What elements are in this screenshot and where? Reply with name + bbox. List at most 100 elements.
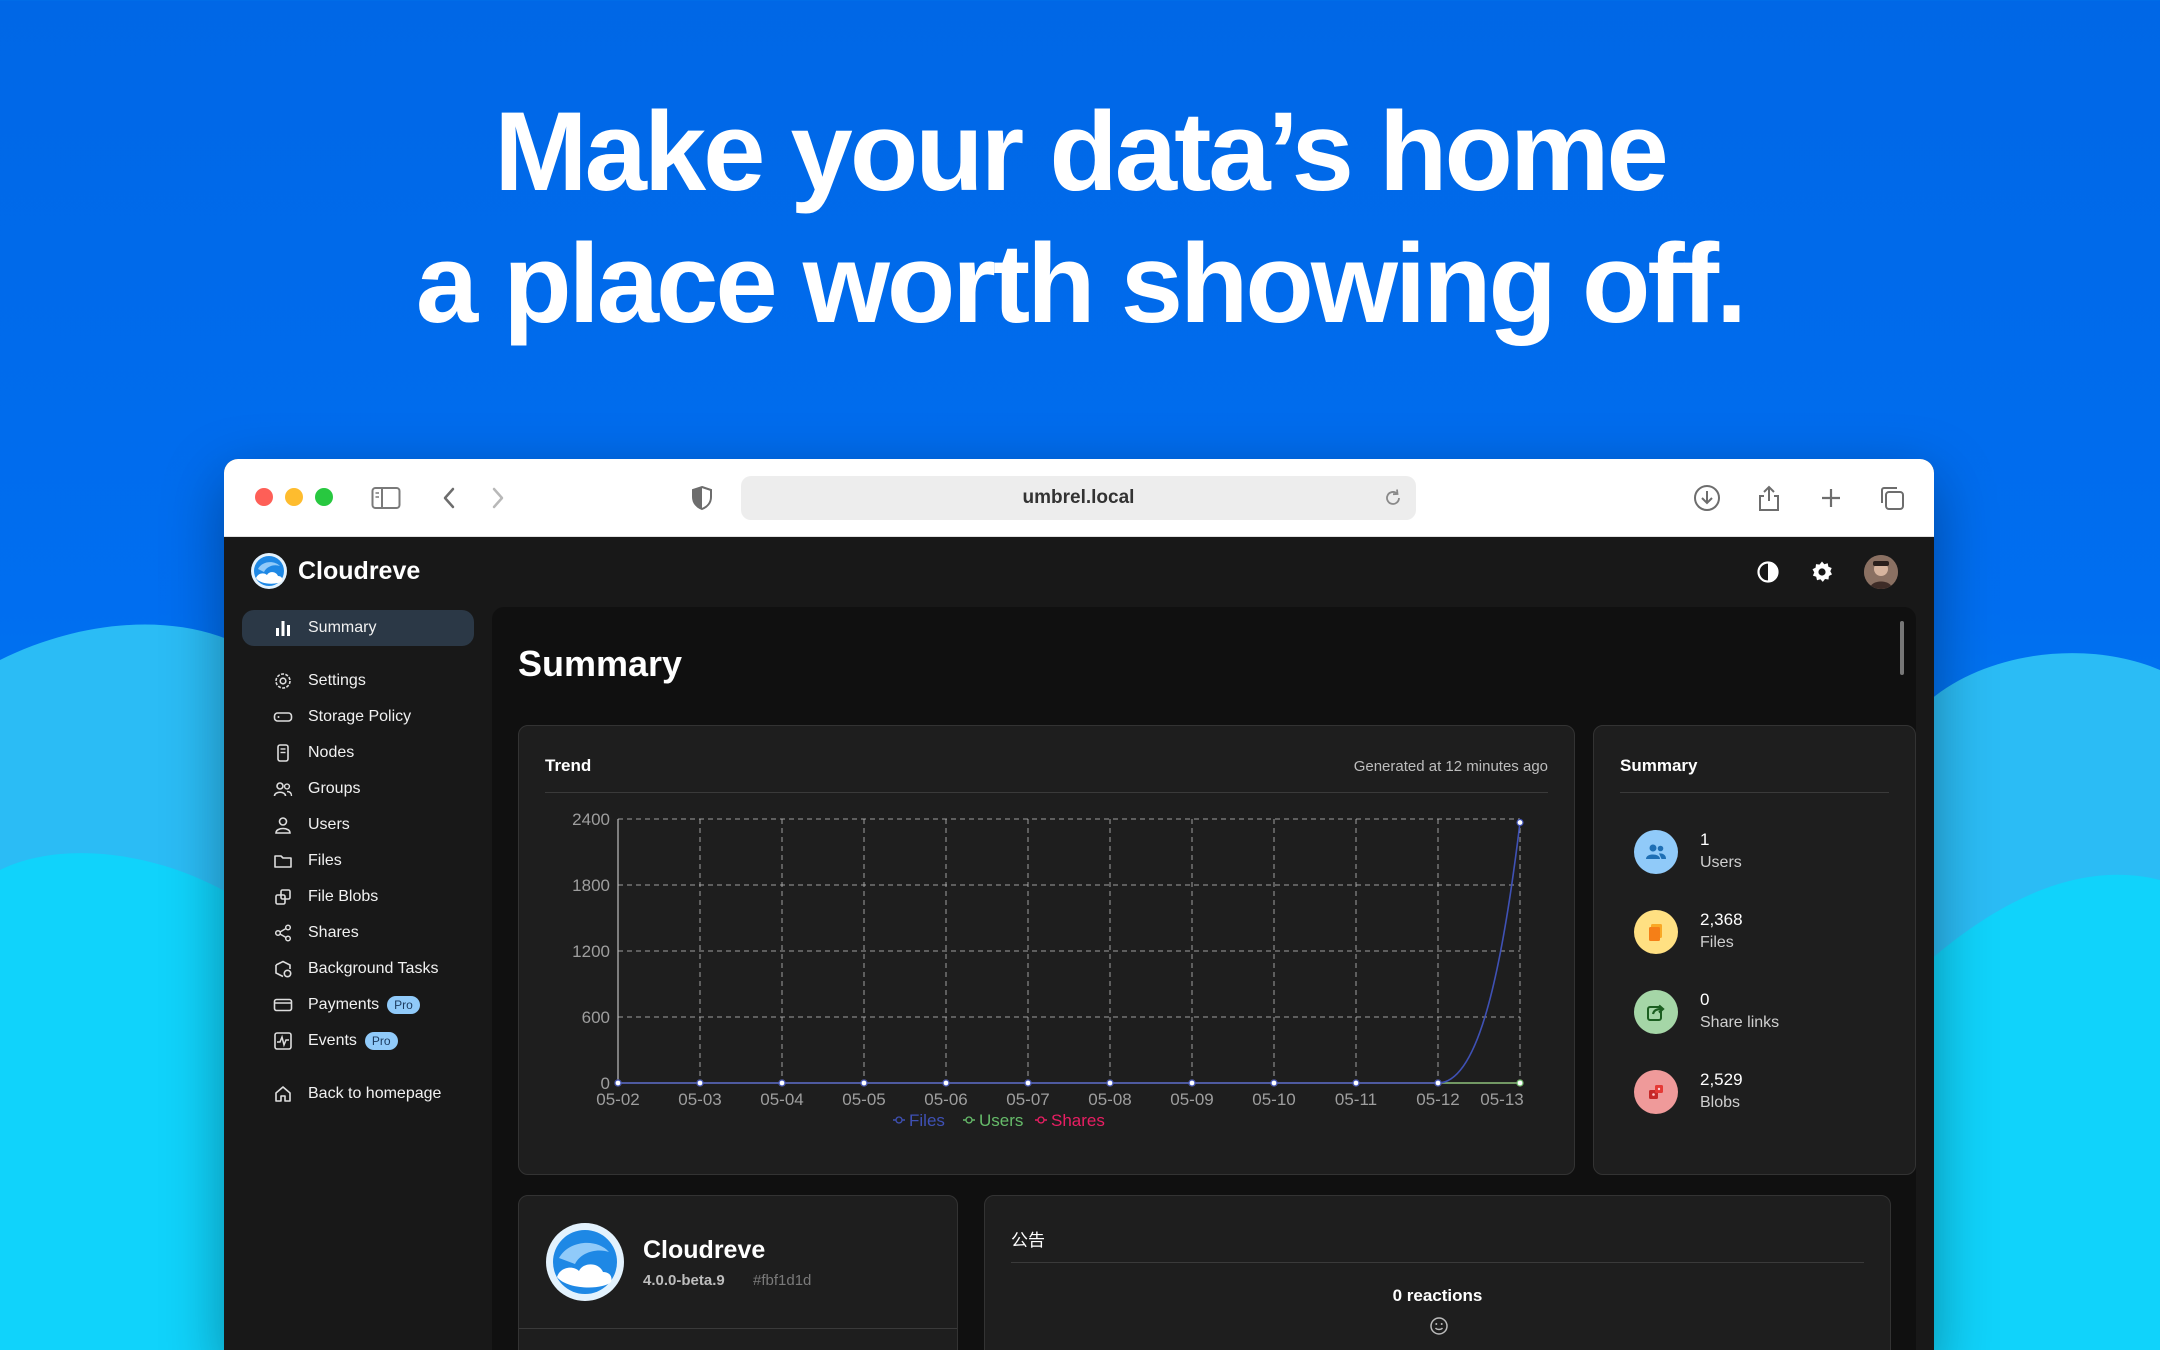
divider [519,1328,957,1329]
sidebar-item-summary[interactable]: Summary [242,610,474,646]
sidebar-item-settings[interactable]: Settings [242,663,474,699]
legend-label: Users [979,1111,1023,1130]
sidebar-item-label: File Blobs [308,888,379,905]
x-tick-label: 05-04 [760,1090,803,1109]
sidebar-item-payments[interactable]: Payments Pro [242,987,474,1023]
share-nodes-icon [272,922,294,944]
data-point-files [1352,1079,1360,1087]
sidebar-item-nodes[interactable]: Nodes [242,735,474,771]
version-card: Cloudreve 4.0.0-beta.9 #fbf1d1d [518,1195,958,1350]
file-icon [1634,910,1678,954]
y-tick-label: 1200 [572,942,610,961]
divider [1011,1262,1864,1263]
app-header: Cloudreve [224,537,1934,607]
activity-icon [272,1030,294,1052]
share-link-icon [1634,990,1678,1034]
sidebar-item-files[interactable]: Files [242,843,474,879]
x-tick-label: 05-12 [1416,1090,1459,1109]
hero-line-1: Make your data’s home [494,89,1668,214]
stat-label: Users [1700,854,1742,871]
tabs-overview-icon[interactable] [1876,482,1908,514]
minimize-window-button[interactable] [285,488,303,506]
stat-label: Files [1700,934,1734,951]
stat-blobs: 2,529 Blobs [1634,1068,1894,1118]
sidebar-item-label: Background Tasks [308,960,439,977]
stat-share-links: 0 Share links [1634,988,1894,1038]
sidebar-item-groups[interactable]: Groups [242,771,474,807]
theme-toggle-icon[interactable] [1753,557,1783,587]
stat-label: Share links [1700,1014,1780,1031]
sidebar-item-users[interactable]: Users [242,807,474,843]
download-icon[interactable] [1691,482,1723,514]
brand-name: Cloudreve [298,556,421,585]
blobs-icon [272,886,294,908]
version-hash[interactable]: #fbf1d1d [753,1272,811,1289]
reload-icon[interactable] [1382,487,1404,515]
hero-line-2: a place worth showing off. [415,221,1747,346]
sidebar-item-file-blobs[interactable]: File Blobs [242,879,474,915]
blob-icon [1634,1070,1678,1114]
series-line-files [618,822,1521,1084]
data-point-files [1270,1079,1278,1087]
legend-label: Shares [1051,1111,1105,1130]
x-tick-label: 05-02 [596,1090,639,1109]
reactions-count: 0 reactions [1392,1286,1483,1305]
main-content: Summary Trend Generated at 12 minutes ag… [492,607,1916,1350]
browser-window: umbrel.local Cloudreve Summary Settings … [224,459,1934,1350]
trend-card: Trend Generated at 12 minutes ago 0 600 12… [518,725,1575,1175]
sidebar-toggle-icon[interactable] [370,482,402,514]
gear-icon[interactable] [1807,557,1837,587]
user-icon [272,814,294,836]
x-tick-label: 05-09 [1170,1090,1213,1109]
avatar[interactable] [1864,555,1898,589]
users-icon [1634,830,1678,874]
gear-icon [272,670,294,692]
stat-label: Blobs [1700,1094,1741,1111]
cloudreve-logo-icon [546,1223,624,1301]
summary-card-title: Summary [1620,756,1698,775]
cloudreve-logo-icon [251,553,287,589]
share-icon[interactable] [1753,482,1785,514]
browser-toolbar: umbrel.local [224,459,1934,537]
x-tick-label: 05-03 [678,1090,721,1109]
x-tick-label: 05-05 [842,1090,885,1109]
hero-headline: Make your data’s home a place worth show… [0,86,2160,350]
legend-marker-point [965,1116,973,1124]
forward-icon[interactable] [482,482,514,514]
data-point-files [1188,1079,1196,1087]
sidebar-item-events[interactable]: Events Pro [242,1023,474,1059]
back-icon[interactable] [433,482,465,514]
stat-users: 1 Users [1634,828,1894,878]
node-icon [272,742,294,764]
card-icon [272,994,294,1016]
sidebar-item-background-tasks[interactable]: Background Tasks [242,951,474,987]
stat-value: 2,529 [1700,1070,1743,1089]
smiley-icon[interactable] [1429,1316,1449,1336]
zoom-window-button[interactable] [315,488,333,506]
stat-value: 1 [1700,830,1710,849]
sidebar-item-storage-policy[interactable]: Storage Policy [242,699,474,735]
data-point-files [860,1079,868,1087]
scrollbar-thumb[interactable] [1900,621,1904,675]
sidebar-item-label: Shares [308,924,359,941]
x-tick-label: 05-08 [1088,1090,1131,1109]
sidebar-item-label: Summary [308,619,377,636]
sidebar-item-shares[interactable]: Shares [242,915,474,951]
pro-badge: Pro [387,996,420,1014]
pro-badge: Pro [364,1032,398,1050]
close-window-button[interactable] [255,488,273,506]
y-tick-label: 1800 [572,876,610,895]
x-tick-label: 05-07 [1006,1090,1049,1109]
new-tab-icon[interactable] [1815,482,1847,514]
x-tick-label: 05-10 [1252,1090,1295,1109]
address-bar[interactable]: umbrel.local [741,476,1416,520]
sidebar-item-back-to-homepage[interactable]: Back to homepage [242,1076,474,1112]
brand[interactable]: Cloudreve [250,552,420,590]
sidebar-item-label: Nodes [308,744,355,761]
x-tick-label: 05-11 [1335,1090,1377,1109]
sidebar-item-label: Files [308,852,342,869]
bar-chart-icon [272,617,294,639]
shield-icon[interactable] [686,482,718,514]
version-app-name: Cloudreve [643,1236,766,1264]
stat-value: 0 [1700,990,1710,1009]
